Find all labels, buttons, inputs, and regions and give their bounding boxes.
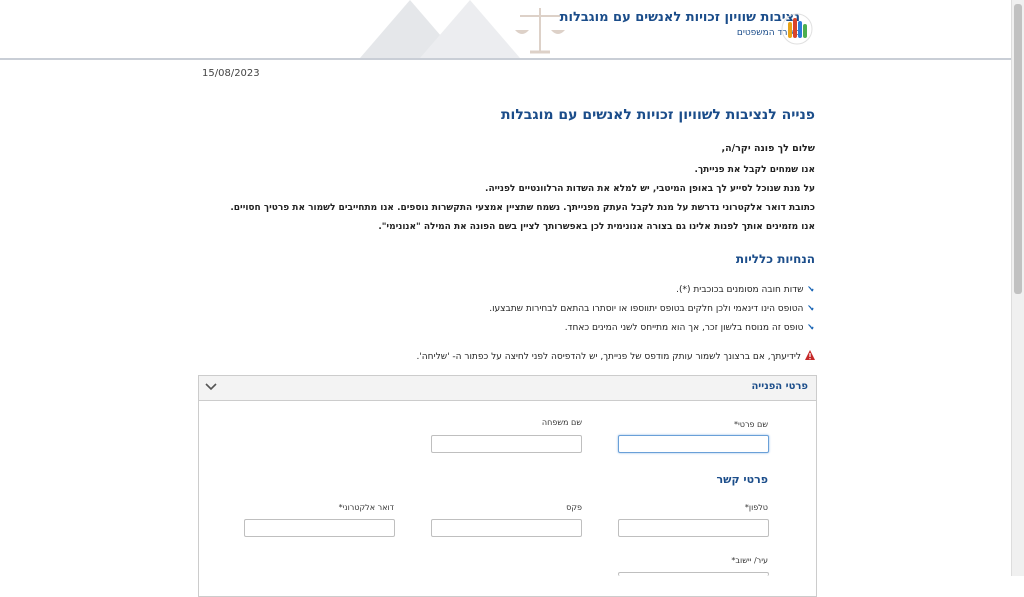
- city-input[interactable]: [618, 572, 769, 576]
- guidelines-list: ✔שדות חובה מסומנים בכוכבית (*). ✔הטופס ה…: [200, 281, 815, 338]
- greeting-text: שלום לך פונה יקר/ה,: [721, 143, 815, 154]
- first-name-label: שם פרטי*: [733, 420, 768, 429]
- notice-text: לידיעתך, אם ברצונך לשמור עותק מודפס של פ…: [416, 352, 801, 362]
- site-title[interactable]: נציבות שוויון זכויות לאנשים עם מוגבלות: [560, 10, 800, 25]
- intro-paragraph: אנו שמחים לקבל את פנייתך.: [694, 165, 815, 175]
- site-header: נציבות שוויון זכויות לאנשים עם מוגבלות מ…: [0, 0, 1012, 60]
- email-label: דואר אלקטרוני*: [338, 503, 394, 512]
- last-name-label: שם משפחה: [541, 418, 582, 427]
- check-icon: ✔: [807, 323, 815, 333]
- last-name-input[interactable]: [431, 435, 582, 453]
- intro-paragraph: אנו מזמינים אותך לפנות אלינו גם בצורה אנ…: [378, 222, 815, 232]
- panel-title: פרטי הפנייה: [751, 381, 808, 392]
- fax-label: פקס: [566, 503, 582, 512]
- scales-of-justice-icon: [360, 0, 565, 58]
- page-title: פנייה לנציבות לשוויון זכויות לאנשים עם מ…: [500, 107, 815, 123]
- intro-paragraph: על מנת שנוכל לסייע לך באופן המיטבי, יש ל…: [485, 184, 815, 194]
- email-input[interactable]: [244, 519, 395, 537]
- check-icon: ✔: [807, 304, 815, 314]
- print-notice: לידיעתך, אם ברצונך לשמור עותק מודפס של פ…: [200, 350, 815, 364]
- equality-logo-icon[interactable]: [780, 12, 814, 46]
- contact-details-title: פרטי קשר: [716, 473, 768, 486]
- guideline-item: ✔טופס זה מנוסח בלשון זכר, אך הוא מתייחס …: [200, 319, 815, 338]
- inquiry-details-panel: פרטי הפנייה: [198, 375, 817, 597]
- guidelines-title: הנחיות כלליות: [735, 252, 815, 266]
- warning-icon: [805, 350, 815, 360]
- page-scrollbar[interactable]: [1011, 0, 1024, 576]
- first-name-input[interactable]: [618, 435, 769, 453]
- guideline-text: טופס זה מנוסח בלשון זכר, אך הוא מתייחס ל…: [564, 323, 804, 333]
- phone-input[interactable]: [618, 519, 769, 537]
- main-content: פנייה לנציבות לשוויון זכויות לאנשים עם מ…: [200, 100, 815, 364]
- chevron-down-icon[interactable]: [204, 379, 218, 393]
- phone-label: טלפון*: [744, 503, 768, 512]
- city-label: עיר/ יישוב*: [731, 556, 768, 565]
- guideline-item: ✔הטופס הינו דינאמי ולכן חלקים בטופס יתוו…: [200, 300, 815, 319]
- guideline-item: ✔שדות חובה מסומנים בכוכבית (*).: [200, 281, 815, 300]
- check-icon: ✔: [807, 285, 815, 295]
- fax-input[interactable]: [431, 519, 582, 537]
- guideline-text: שדות חובה מסומנים בכוכבית (*).: [676, 285, 804, 295]
- scrollbar-thumb[interactable]: [1014, 4, 1022, 294]
- guideline-text: הטופס הינו דינאמי ולכן חלקים בטופס יתווס…: [489, 304, 804, 314]
- panel-header[interactable]: פרטי הפנייה: [199, 376, 816, 401]
- intro-paragraph: כתובת דואר אלקטרוני נדרשת על מנת לקבל הע…: [230, 203, 815, 213]
- page-date: 15/08/2023: [202, 68, 260, 79]
